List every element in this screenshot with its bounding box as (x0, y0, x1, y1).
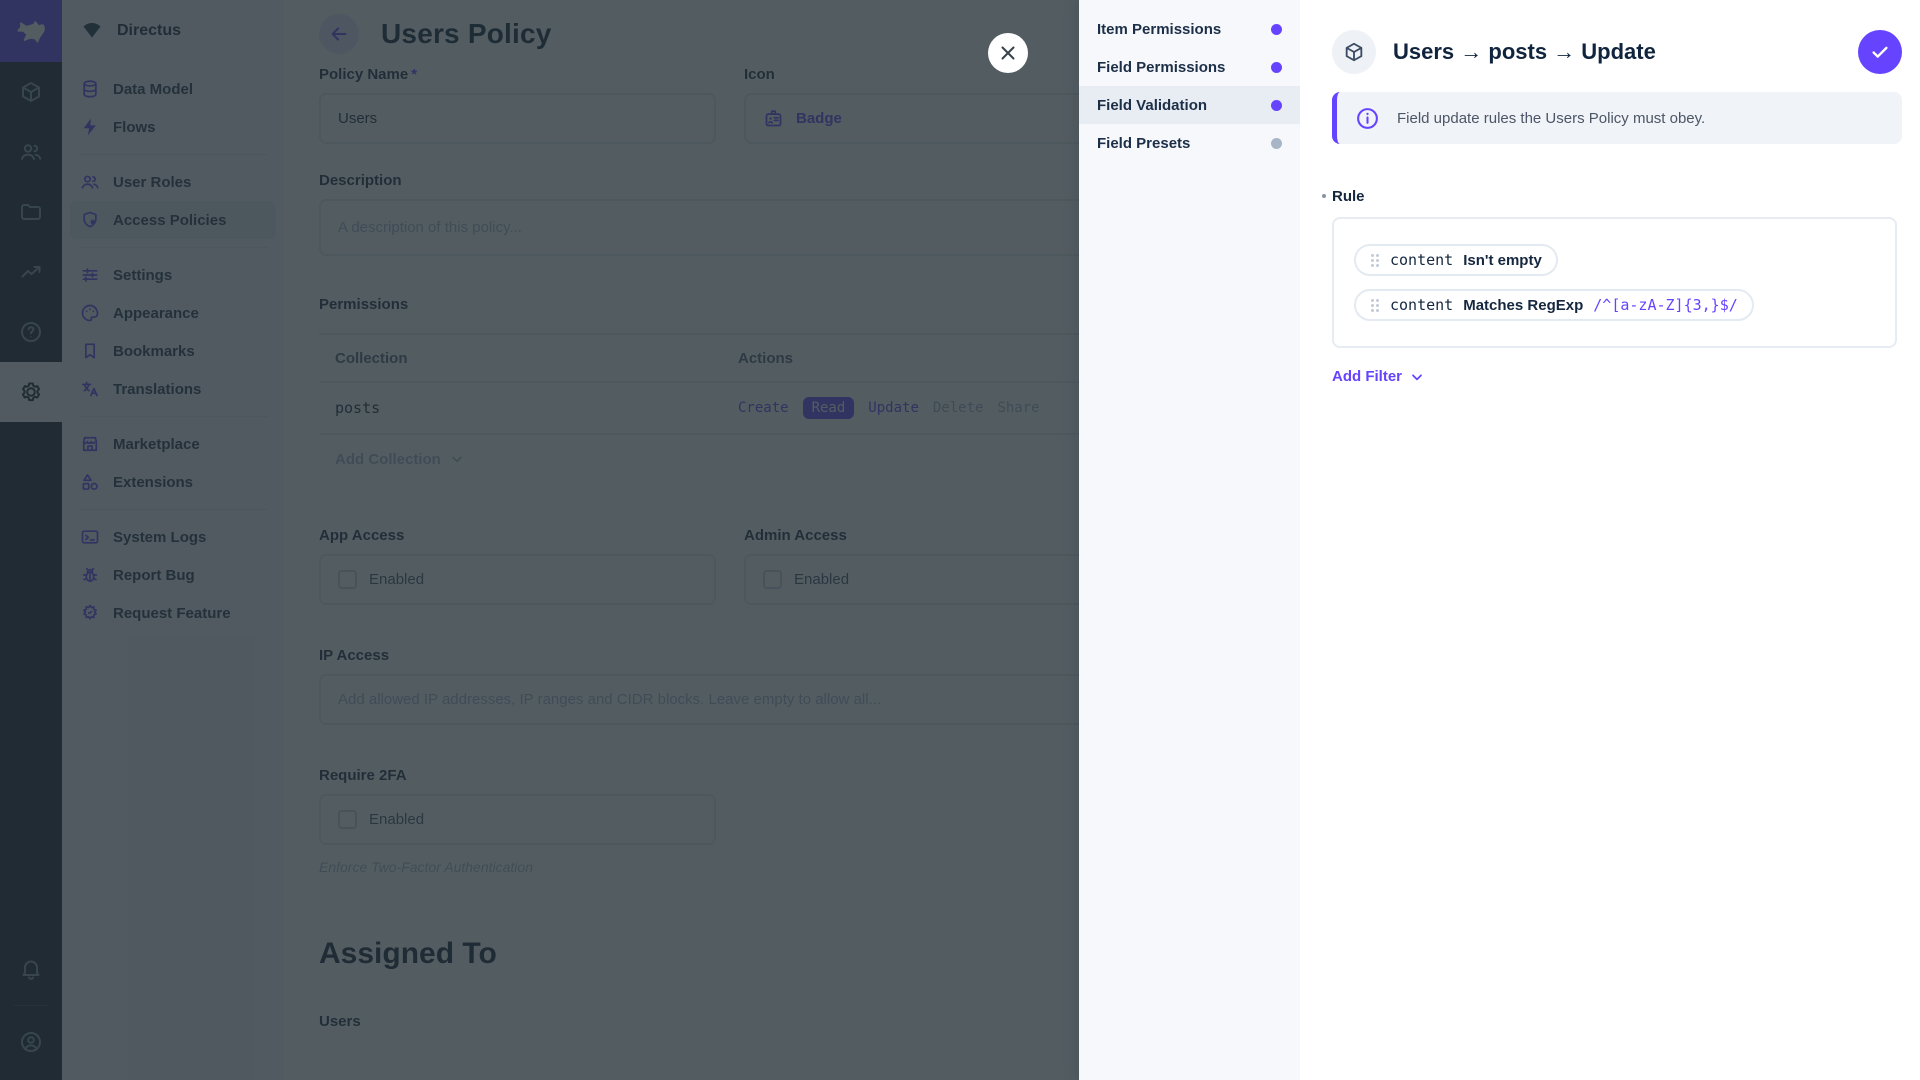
drag-handle-icon[interactable] (1370, 298, 1380, 313)
drawer-content: Users → posts → Update Field update rule… (1300, 0, 1920, 1080)
drawer-title: Users → posts → Update (1393, 39, 1656, 65)
modal-overlay[interactable] (0, 0, 1079, 1080)
filter-operator[interactable]: Matches RegExp (1463, 297, 1583, 314)
permissions-drawer: Item Permissions Field Permissions Field… (1079, 0, 1920, 1080)
rule-filter-box: content Isn't empty content Matches RegE… (1332, 217, 1897, 348)
info-icon (1355, 106, 1380, 131)
rule-label: Rule (1332, 188, 1365, 205)
drawer-header-badge (1332, 30, 1376, 74)
info-banner-text: Field update rules the Users Policy must… (1397, 110, 1705, 127)
menu-item-field-presets[interactable]: Field Presets (1079, 124, 1300, 162)
close-drawer-button[interactable] (988, 33, 1028, 73)
status-dot (1271, 100, 1282, 111)
filter-field[interactable]: content (1390, 251, 1453, 269)
drag-handle-icon[interactable] (1370, 253, 1380, 268)
status-dot (1271, 24, 1282, 35)
filter-field[interactable]: content (1390, 296, 1453, 314)
status-dot (1271, 62, 1282, 73)
close-icon (997, 42, 1019, 64)
filter-row[interactable]: content Matches RegExp /^[a-zA-Z]{3,}$/ (1354, 289, 1754, 321)
menu-item-field-validation[interactable]: Field Validation (1079, 86, 1300, 124)
add-filter-button[interactable]: Add Filter (1332, 368, 1425, 385)
info-banner: Field update rules the Users Policy must… (1332, 92, 1902, 144)
filter-operator[interactable]: Isn't empty (1463, 252, 1542, 269)
drawer-menu: Item Permissions Field Permissions Field… (1079, 0, 1300, 1080)
filter-row[interactable]: content Isn't empty (1354, 244, 1558, 276)
filter-value[interactable]: /^[a-zA-Z]{3,}$/ (1593, 296, 1738, 314)
cube-icon (1343, 41, 1365, 63)
chevron-down-icon (1409, 369, 1425, 385)
check-icon (1869, 41, 1891, 63)
save-button[interactable] (1858, 30, 1902, 74)
menu-item-item-permissions[interactable]: Item Permissions (1079, 10, 1300, 48)
status-dot (1271, 138, 1282, 149)
menu-item-field-permissions[interactable]: Field Permissions (1079, 48, 1300, 86)
